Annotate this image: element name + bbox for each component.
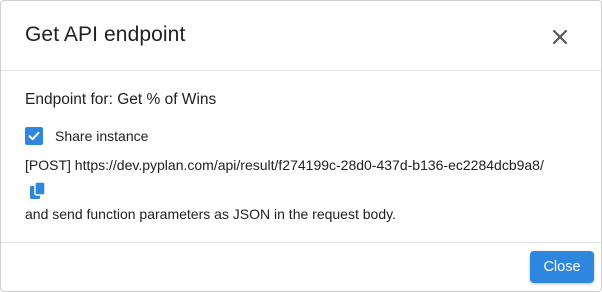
endpoint-url: [POST] https://dev.pyplan.com/api/result… xyxy=(25,157,544,173)
api-endpoint-dialog: Get API endpoint Endpoint for: Get % of … xyxy=(0,0,602,292)
dialog-header: Get API endpoint xyxy=(1,1,601,71)
share-instance-row: Share instance xyxy=(25,126,148,146)
share-instance-label: Share instance xyxy=(55,128,149,144)
share-instance-checkbox[interactable] xyxy=(25,127,43,145)
request-body-hint: and send function parameters as JSON in … xyxy=(25,206,396,222)
endpoint-label: Endpoint for: Get % of Wins xyxy=(25,91,217,108)
dialog-title: Get API endpoint xyxy=(25,23,186,46)
close-button[interactable]: Close xyxy=(530,251,594,283)
copy-icon[interactable] xyxy=(29,181,47,201)
close-icon[interactable] xyxy=(547,24,573,50)
check-icon xyxy=(28,131,40,141)
dialog-footer: Close xyxy=(1,242,601,291)
